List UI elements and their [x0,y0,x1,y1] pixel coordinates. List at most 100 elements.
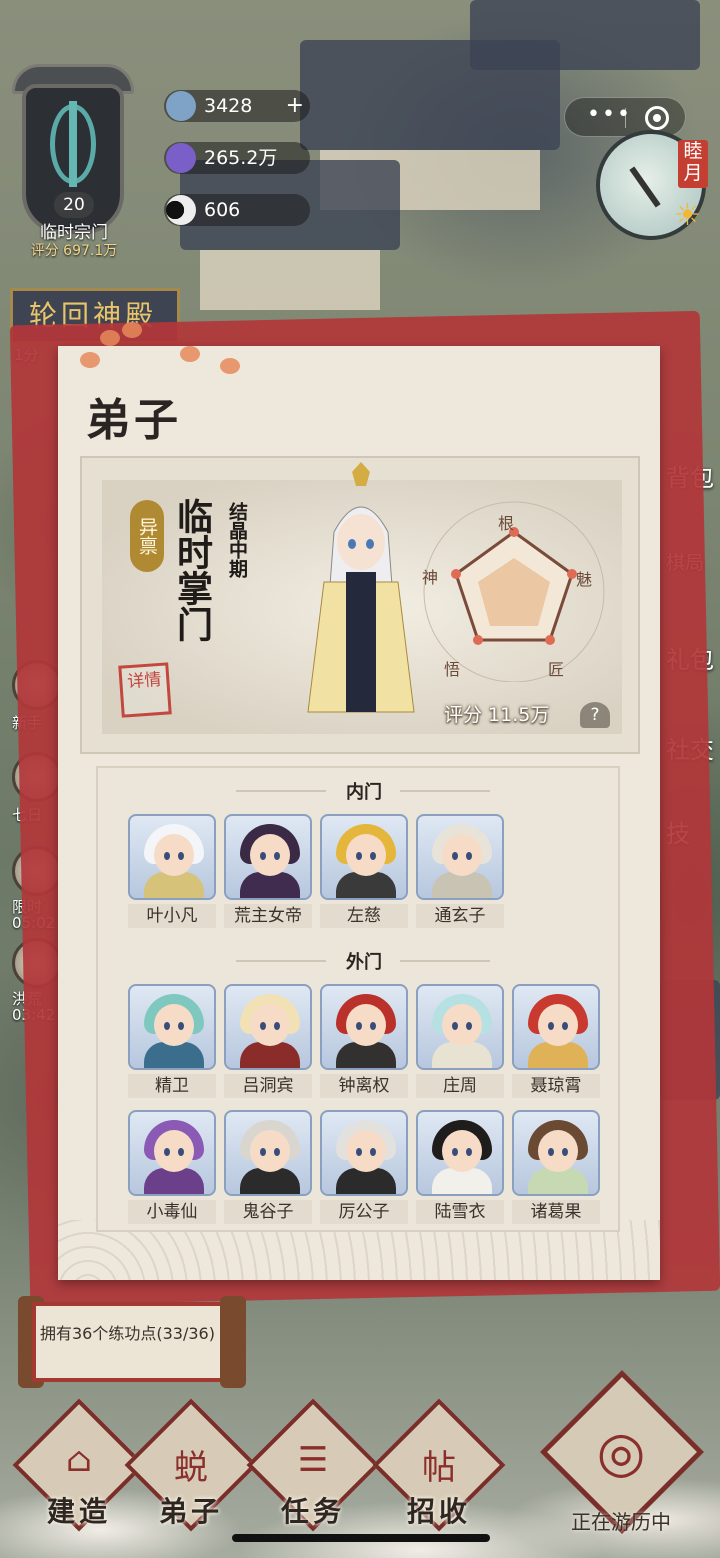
section-divider [236,960,326,962]
travel-label: 正在游历中 [571,1510,671,1534]
portrait-eye [452,1148,458,1156]
disciple-card[interactable]: 陆雪衣 [416,1110,504,1226]
portrait-robe [336,1042,396,1068]
sect-score: 评分 697.1万 [30,243,118,259]
nav-disciple-button[interactable]: 蜕 弟子 [124,1398,258,1532]
disciple-portrait [224,814,312,900]
portrait-eye [274,852,280,860]
nav-task-button[interactable]: ☰ 任务 [246,1398,380,1532]
stat-spirit: 神 [422,568,439,587]
disciple-name: 聂琼霄 [512,1074,600,1098]
disciple-portrait [224,984,312,1070]
nav-label: 建造 [46,1495,111,1528]
close-target-icon[interactable] [645,106,669,130]
disciple-card[interactable]: 聂琼霄 [512,984,600,1100]
portrait-eye [452,1022,458,1030]
portrait-face [442,1004,482,1046]
portrait-eye [164,1148,170,1156]
portrait-face [250,834,290,876]
disciple-card[interactable]: 鬼谷子 [224,1110,312,1226]
disciple-card[interactable]: 诸葛果 [512,1110,600,1226]
resource-crystal[interactable]: 265.2万 [164,142,310,174]
portrait-eye [164,852,170,860]
disciple-card[interactable]: 左慈 [320,814,408,930]
portrait-eye [562,1148,568,1156]
plum-branch-decoration [80,322,270,382]
portrait-face [154,1130,194,1172]
outer-sect-title: 外门 [346,952,382,973]
disciple-name: 钟离权 [320,1074,408,1098]
portrait-robe [432,872,492,898]
disciple-icon: 蜕 [174,1448,208,1488]
portrait-robe [240,1042,300,1068]
portrait-eye [260,1022,266,1030]
disciple-name: 小毒仙 [128,1200,216,1224]
disciple-card[interactable]: 通玄子 [416,814,504,930]
portrait-robe [240,1168,300,1194]
portrait-eye [370,1022,376,1030]
disciple-card[interactable]: 厉公子 [320,1110,408,1226]
portrait-eye [274,1022,280,1030]
section-divider [236,790,326,792]
portrait-face [442,834,482,876]
stat-insight: 悟 [444,660,461,679]
nav-build-button[interactable]: ⌂ 建造 [12,1398,146,1532]
portrait-eye [274,1148,280,1156]
disciple-portrait [416,984,504,1070]
capsule-divider [625,108,626,128]
portrait-eye [466,1148,472,1156]
sect-badge[interactable]: 20 临时宗门 评分 697.1万 [12,58,134,268]
portrait-robe [144,1168,204,1194]
portrait-eye [370,1148,376,1156]
sword-icon [50,101,96,187]
resource-value: 606 [204,199,241,221]
disciple-portrait [320,984,408,1070]
help-icon[interactable]: ? [580,702,610,728]
miniprogram-capsule[interactable]: ••• [564,97,686,137]
build-icon: ⌂ [66,1440,92,1480]
resource-taiji[interactable]: 606 [164,194,310,226]
featured-character-portrait [307,462,415,713]
crystal-icon [166,143,196,173]
featured-realm: 结晶中期 [226,502,248,578]
portrait-eye [562,1022,568,1030]
petal [220,358,240,374]
disciple-portrait [416,814,504,900]
petal [180,346,200,362]
nav-label: 招收 [406,1495,471,1528]
detail-button[interactable]: 详情 [118,662,172,718]
section-divider [400,960,490,962]
travel-icon: ◎ [596,1420,646,1485]
portrait-eye [370,852,376,860]
resource-spirit-stone[interactable]: 3428 + [164,90,310,122]
disciple-card[interactable]: 庄周 [416,984,504,1100]
portrait-face [538,1004,578,1046]
disciple-portrait [512,1110,600,1196]
disciple-card[interactable]: 荒主女帝 [224,814,312,930]
portrait-face [250,1130,290,1172]
nav-recruit-button[interactable]: 帖 招收 [372,1398,506,1532]
disciple-portrait [320,814,408,900]
petal [100,330,120,346]
disciple-card[interactable]: 钟离权 [320,984,408,1100]
portrait-eye [548,1148,554,1156]
disciple-portrait [512,984,600,1070]
disciple-name: 诸葛果 [512,1200,600,1224]
portrait-face [154,1004,194,1046]
travel-button[interactable]: ◎ 正在游历中 [536,1369,706,1540]
add-icon[interactable]: + [286,90,304,122]
disciple-card[interactable]: 叶小凡 [128,814,216,930]
portrait-eye [260,852,266,860]
disciple-card[interactable]: 小毒仙 [128,1110,216,1226]
portrait-face [346,834,386,876]
disciple-portrait [128,984,216,1070]
disciple-name: 叶小凡 [128,904,216,928]
portrait-robe [144,1042,204,1068]
disciple-card[interactable]: 精卫 [128,984,216,1100]
building-roof [470,0,700,70]
portrait-eye [356,852,362,860]
disciple-card[interactable]: 吕洞宾 [224,984,312,1100]
resource-value: 3428 [204,95,253,117]
portrait-eye [178,1148,184,1156]
portrait-robe [528,1042,588,1068]
